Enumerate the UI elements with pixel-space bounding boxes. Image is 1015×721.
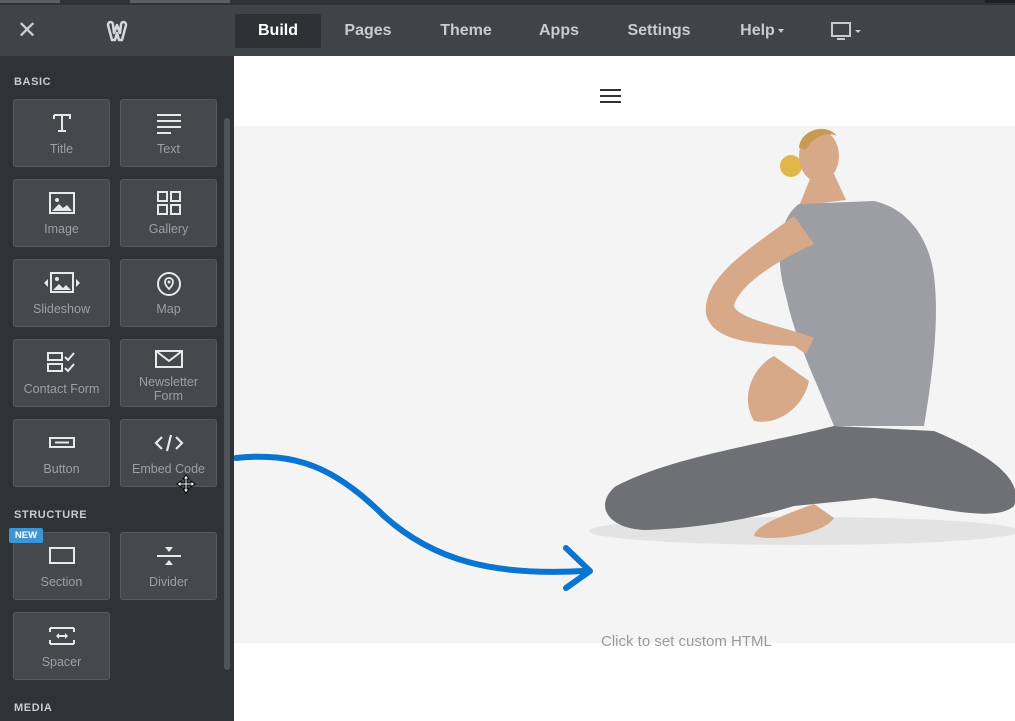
element-slideshow[interactable]: Slideshow <box>13 259 110 327</box>
tab-theme[interactable]: Theme <box>428 14 504 48</box>
element-newsletter-form[interactable]: Newsletter Form <box>120 339 217 407</box>
button-icon <box>48 437 75 448</box>
tab-settings[interactable]: Settings <box>614 14 704 48</box>
element-divider[interactable]: Divider <box>120 532 217 600</box>
section-icon <box>48 547 75 564</box>
site-header <box>234 56 1015 126</box>
element-button[interactable]: Button <box>13 419 110 487</box>
element-divider-label: Divider <box>149 575 188 589</box>
section-title-structure: STRUCTURE <box>14 509 88 521</box>
slideshow-icon <box>43 272 80 293</box>
tab-pages-label: Pages <box>344 22 392 39</box>
tab-pages[interactable]: Pages <box>330 14 406 48</box>
element-title-label: Title <box>49 142 74 156</box>
element-text[interactable]: Text <box>120 99 217 167</box>
element-image[interactable]: Image <box>13 179 110 247</box>
sidebar-scrollbar[interactable] <box>224 118 230 670</box>
desktop-monitor-icon <box>831 22 861 40</box>
hamburger-menu-icon[interactable] <box>600 89 621 105</box>
blue-arrow-graphic <box>234 453 593 591</box>
spacer-icon <box>48 627 75 645</box>
chevron-down-icon <box>777 28 784 33</box>
tab-strip-segment <box>985 0 1015 3</box>
close-icon: ✕ <box>16 17 38 44</box>
tab-help[interactable]: Help <box>726 14 798 48</box>
element-button-label: Button <box>43 462 80 476</box>
move-cursor-icon <box>176 474 196 494</box>
device-toggle-button[interactable] <box>830 20 864 44</box>
top-toolbar: ✕ Build Pages Theme Apps Settings Help <box>0 0 1015 56</box>
close-editor-button[interactable]: ✕ <box>14 18 40 44</box>
tab-apps[interactable]: Apps <box>527 14 591 48</box>
hero-section[interactable]: Click to set custom HTML <box>234 126 1015 650</box>
map-pin-icon <box>156 272 181 296</box>
element-spacer-label: Spacer <box>41 655 82 669</box>
browser-tab-strip <box>0 0 1015 5</box>
tab-settings-label: Settings <box>627 22 691 39</box>
page-canvas[interactable]: Click to set custom HTML <box>234 56 1015 721</box>
element-slideshow-label: Slideshow <box>33 302 90 316</box>
tab-build[interactable]: Build <box>235 14 321 48</box>
divider-icon <box>156 547 181 565</box>
element-map-label: Map <box>156 302 181 316</box>
element-newsletter-form-label: Newsletter Form <box>138 375 199 403</box>
tab-strip-segment <box>0 0 60 3</box>
element-embed-code[interactable]: Embed Code <box>120 419 217 487</box>
tab-build-label: Build <box>258 22 298 39</box>
new-badge: NEW <box>9 528 43 543</box>
chevron-down-icon <box>855 30 861 33</box>
element-title[interactable]: Title <box>13 99 110 167</box>
tab-apps-label: Apps <box>539 22 579 39</box>
custom-html-placeholder[interactable]: Click to set custom HTML <box>601 633 772 650</box>
weebly-logo-icon[interactable] <box>102 18 132 46</box>
tab-theme-label: Theme <box>440 22 492 39</box>
element-gallery[interactable]: Gallery <box>120 179 217 247</box>
element-gallery-label: Gallery <box>148 222 189 236</box>
gallery-grid-icon <box>156 191 181 215</box>
image-icon <box>48 192 75 214</box>
element-section-label: Section <box>40 575 83 589</box>
element-embed-code-label: Embed Code <box>132 462 205 476</box>
section-title-media: MEDIA <box>14 702 53 714</box>
element-image-label: Image <box>44 222 79 236</box>
element-contact-form[interactable]: Contact Form <box>13 339 110 407</box>
code-icon <box>153 434 184 452</box>
section-title-basic: BASIC <box>14 76 52 88</box>
element-spacer[interactable]: Spacer <box>13 612 110 680</box>
element-text-label: Text <box>157 142 180 156</box>
contact-form-icon <box>46 352 75 373</box>
element-contact-form-label: Contact Form <box>23 382 100 396</box>
tab-strip-segment <box>130 0 230 3</box>
title-t-icon <box>52 114 71 132</box>
element-map[interactable]: Map <box>120 259 217 327</box>
element-sidebar: BASIC Title Text Image Gallery Slideshow… <box>0 56 234 721</box>
envelope-icon <box>154 350 183 368</box>
tab-help-label: Help <box>740 22 775 39</box>
text-lines-icon <box>156 114 181 134</box>
